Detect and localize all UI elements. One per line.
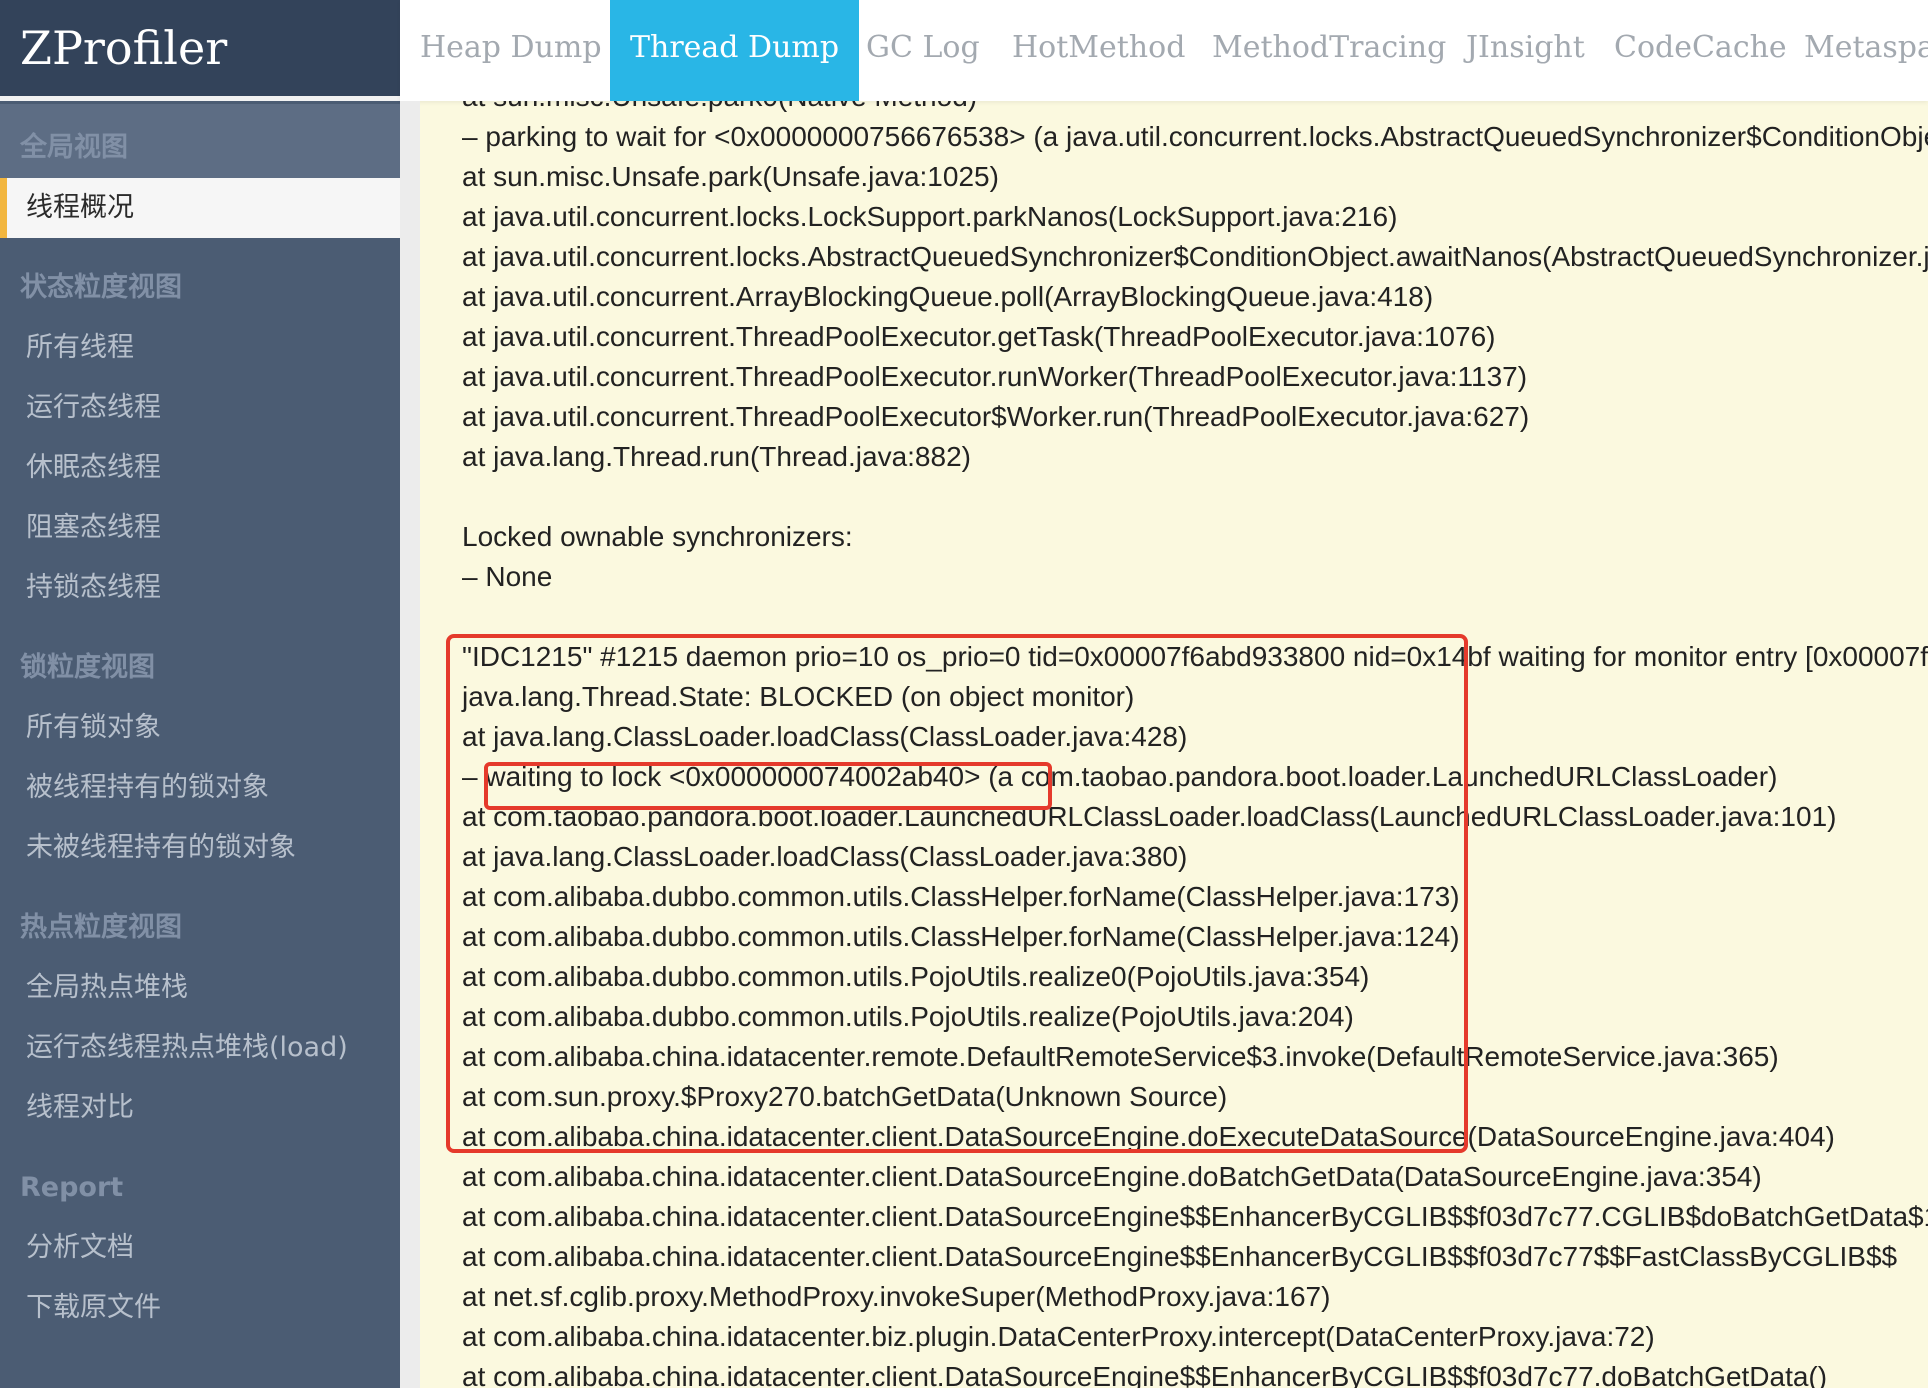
stack-trace-line: at sun.misc.Unsafe.park(Unsafe.java:1025… [462, 161, 999, 192]
stack-trace-line: at java.util.concurrent.ArrayBlockingQue… [462, 281, 1434, 312]
stack-trace-line: at com.alibaba.dubbo.common.utils.PojoUt… [462, 1001, 1354, 1032]
sidebar-item-analysis-doc[interactable]: 分析文档 [0, 1228, 400, 1268]
stack-trace-line: Locked ownable synchronizers: [462, 521, 853, 552]
section-report: Report [20, 1172, 124, 1203]
stack-trace-line: at com.alibaba.china.idatacenter.client.… [462, 1201, 1928, 1232]
tab-methodtracing[interactable]: MethodTracing [1192, 0, 1466, 101]
sidebar: ZProfiler 全局视图 线程概况 状态粒度视图 所有线程 运行态线程 休眠… [0, 0, 400, 1388]
stack-trace-line: at com.alibaba.dubbo.common.utils.PojoUt… [462, 961, 1370, 992]
sidebar-item-locking-threads[interactable]: 持锁态线程 [0, 568, 400, 608]
stack-trace-line: java.lang.Thread.State: BLOCKED (on obje… [462, 681, 1135, 712]
tab-codecache[interactable]: CodeCache [1594, 0, 1807, 101]
tab-thread-dump[interactable]: Thread Dump [610, 0, 860, 101]
stack-trace-line: at com.alibaba.dubbo.common.utils.ClassH… [462, 921, 1460, 952]
thread-dump-content: at sun.misc.Unsafe.park0(Native Method) –… [420, 101, 1928, 1388]
section-hotspot-view: 热点粒度视图 [20, 912, 182, 943]
stack-trace-line: at com.alibaba.china.idatacenter.client.… [462, 1121, 1835, 1152]
stack-trace-line: at java.util.concurrent.ThreadPoolExecut… [462, 401, 1530, 432]
sidebar-item-blocked-threads[interactable]: 阻塞态线程 [0, 508, 400, 548]
section-lock-view: 锁粒度视图 [20, 652, 155, 683]
sidebar-item-running-hot-stacks[interactable]: 运行态线程热点堆栈(load) [0, 1028, 400, 1068]
sidebar-item-held-locks[interactable]: 被线程持有的锁对象 [0, 768, 400, 808]
tab-jinsight[interactable]: JInsight [1446, 0, 1605, 101]
stack-trace-line: – parking to wait for <0x000000075667653… [462, 121, 1928, 152]
sidebar-item-all-locks[interactable]: 所有锁对象 [0, 708, 400, 748]
stack-trace-line: at com.taobao.pandora.boot.loader.Launch… [462, 801, 1837, 832]
stack-trace-line: at net.sf.cglib.proxy.MethodProxy.invoke… [462, 1281, 1331, 1312]
section-state-view: 状态粒度视图 [20, 272, 182, 303]
brand-divider [0, 96, 400, 101]
sidebar-item-thread-overview[interactable]: 线程概况 [0, 178, 400, 238]
stack-trace-line: at com.alibaba.china.idatacenter.client.… [462, 1161, 1762, 1192]
sidebar-item-running-threads[interactable]: 运行态线程 [0, 388, 400, 428]
stack-trace-line: at com.alibaba.china.idatacenter.biz.plu… [462, 1321, 1655, 1352]
stack-trace-line: at java.util.concurrent.ThreadPoolExecut… [462, 361, 1528, 392]
stack-trace-line: – None [462, 561, 553, 592]
stack-trace-line: at com.sun.proxy.$Proxy270.batchGetData(… [462, 1081, 1228, 1112]
tab-hotmethod[interactable]: HotMethod [992, 0, 1205, 101]
stack-trace-line: at java.lang.ClassLoader.loadClass(Class… [462, 841, 1188, 872]
stack-trace-line: at java.util.concurrent.locks.LockSuppor… [462, 201, 1398, 232]
sidebar-item-global-hot-stacks[interactable]: 全局热点堆栈 [0, 968, 400, 1008]
content-gutter [400, 101, 420, 1388]
tab-heap-dump[interactable]: Heap Dump [400, 0, 622, 101]
tab-gc-log[interactable]: GC Log [846, 0, 1000, 101]
sidebar-item-thread-compare[interactable]: 线程对比 [0, 1088, 400, 1128]
stack-trace-line: at com.alibaba.china.idatacenter.client.… [462, 1361, 1828, 1388]
sidebar-item-all-threads[interactable]: 所有线程 [0, 328, 400, 368]
stack-trace-line: at java.lang.ClassLoader.loadClass(Class… [462, 721, 1188, 752]
stack-trace-line: at com.alibaba.china.idatacenter.remote.… [462, 1041, 1779, 1072]
top-tab-bar: Heap Dump Thread Dump GC Log HotMethod M… [400, 0, 1928, 101]
stack-trace-line: – waiting to lock <0x000000074002ab40> (… [462, 761, 1778, 792]
tab-metaspace[interactable]: Metaspace [1784, 0, 1928, 101]
stack-trace-line: "IDC1215" #1215 daemon prio=10 os_prio=0… [462, 641, 1928, 672]
sidebar-item-download-file[interactable]: 下载原文件 [0, 1288, 400, 1328]
stack-trace-line: at java.util.concurrent.locks.AbstractQu… [462, 241, 1928, 272]
stack-trace-line: at com.alibaba.china.idatacenter.client.… [462, 1241, 1898, 1272]
section-global-view: 全局视图 [0, 104, 400, 178]
stack-trace-line: at sun.misc.Unsafe.park0(Native Method) [462, 101, 977, 113]
stack-trace-line: at java.lang.Thread.run(Thread.java:882) [462, 441, 971, 472]
stack-trace-line: at java.util.concurrent.ThreadPoolExecut… [462, 321, 1496, 352]
sidebar-item-sleeping-threads[interactable]: 休眠态线程 [0, 448, 400, 488]
stack-trace-line: at com.alibaba.dubbo.common.utils.ClassH… [462, 881, 1460, 912]
sidebar-item-unheld-locks[interactable]: 未被线程持有的锁对象 [0, 828, 400, 868]
app-logo[interactable]: ZProfiler [0, 0, 400, 96]
